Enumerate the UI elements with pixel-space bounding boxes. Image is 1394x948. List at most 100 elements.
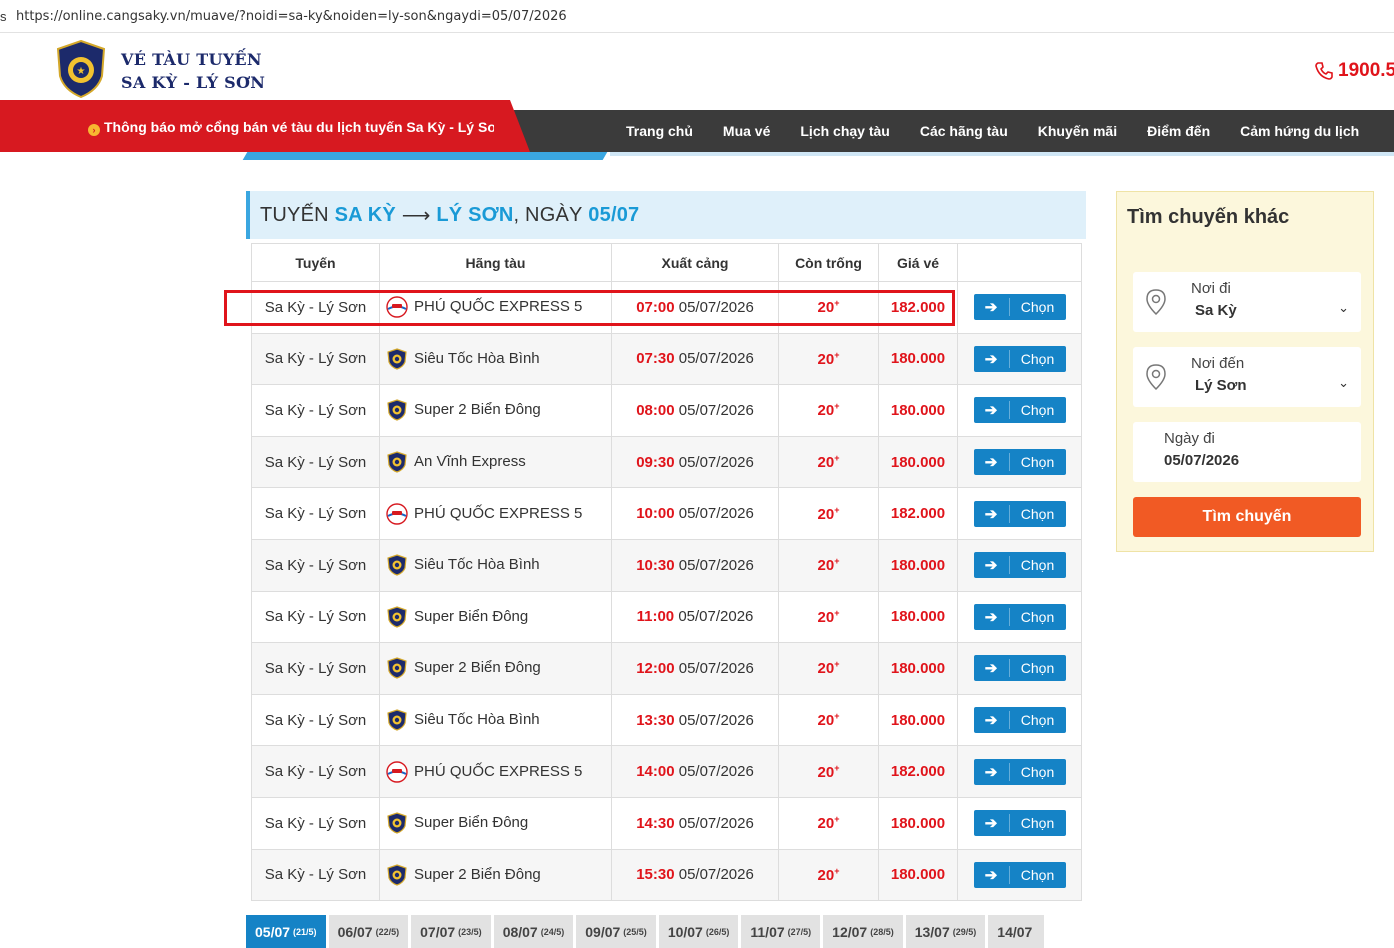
select-trip-button[interactable]: ➔ Chọn [973,861,1066,888]
nav-underline [610,152,1394,156]
seats-plus: + [834,607,840,618]
departure-date: 05/07/2026 [678,556,754,574]
date-tab[interactable]: 06/07 (22/5) [328,915,409,948]
nav-item-operators[interactable]: Các hãng tàu [905,123,1023,139]
seats-plus: + [834,349,840,360]
select-trip-button[interactable]: ➔ Chọn [973,758,1066,785]
arrow-right-icon: ➔ [974,865,1010,884]
operator-name: Super 2 Biển Đông [414,865,541,883]
date-tab[interactable]: 12/07 (28/5) [823,915,903,948]
cell-departure: 10:30 05/07/2026 [611,538,779,592]
table-row: Sa Kỳ - Lý Sơn Super 2 Biển Đông 15:30 05/… [251,848,1082,902]
table-row: Sa Kỳ - Lý Sơn PHÚ QUỐC EXPRESS 5 10:00 05… [251,487,1082,540]
arrow-right-icon: ➔ [974,556,1010,575]
port-logo-icon[interactable]: ★ [56,40,106,98]
shield-logo-icon [386,709,408,731]
cell-route: Sa Kỳ - Lý Sơn [251,384,380,437]
select-trip-button[interactable]: ➔ Chọn [973,655,1066,682]
departure-time: 09:30 [636,453,675,471]
cell-price: 180.000 [878,693,958,747]
date-tab[interactable]: 13/07 (29/5) [905,915,986,948]
date-tab-lunar: (25/5) [623,926,647,937]
shield-logo-icon [386,864,408,886]
date-tab[interactable]: 11/07 (27/5) [741,915,821,948]
select-trip-button[interactable]: ➔ Chọn [973,449,1066,476]
notice-ticker[interactable]: › Thông báo mở cổng bán vé tàu du lịch tu… [88,119,494,136]
date-tab[interactable]: 07/07 (23/5) [411,915,491,948]
origin-select[interactable]: Nơi đi Sa Kỳ ⌄ [1133,272,1361,332]
departure-date: 05/07/2026 [678,711,754,729]
brand-title[interactable]: VÉ TÀU TUYẾN SA KỲ - LÝ SƠN [121,48,265,94]
cell-seats: 20+ [778,590,879,644]
seats-plus: + [834,401,840,412]
departure-time: 10:30 [636,556,675,574]
nav-item-schedule[interactable]: Lịch chạy tàu [785,123,904,139]
date-tab-lunar: (21/5) [293,926,317,937]
url-text[interactable]: https://online.cangsaky.vn/muave/?noidi=… [8,9,567,24]
notice-text: Thông báo mở cổng bán vé tàu du lịch tuy… [104,119,494,135]
cell-action: ➔ Chọn [957,693,1082,747]
date-tab[interactable]: 08/07 (24/5) [493,915,574,948]
results-panel: TUYẾN SA KỲ ⟶ LÝ SƠN, NGÀY 05/07 Tuyến H… [246,191,1086,902]
date-tab[interactable]: 14/07 [988,915,1045,948]
nav-item-buy-ticket[interactable]: Mua vé [708,123,785,139]
select-trip-button[interactable]: ➔ Chọn [973,397,1066,424]
nav-item-inspiration[interactable]: Cảm hứng du lịch [1225,123,1374,139]
cell-departure: 14:30 05/07/2026 [611,796,779,850]
cell-departure: 13:30 05/07/2026 [611,693,779,747]
date-tab[interactable]: 09/07 (25/5) [576,915,656,948]
select-trip-button[interactable]: ➔ Chọn [973,707,1066,734]
cell-seats: 20+ [778,745,879,798]
pq-logo-icon [386,502,408,525]
departure-date: 05/07/2026 [678,505,754,523]
select-trip-button[interactable]: ➔ Chọn [973,603,1066,630]
date-tab-date: 14/07 [997,923,1033,940]
date-tab-date: 12/07 [832,923,868,940]
origin-label: Nơi đi [1191,280,1231,297]
browser-address-bar[interactable]: s https://online.cangsaky.vn/muave/?noid… [0,0,1394,33]
search-button[interactable]: Tìm chuyến [1133,497,1361,537]
date-tab[interactable]: 10/07 (26/5) [658,915,739,948]
nav-item-promotions[interactable]: Khuyến mãi [1023,123,1132,139]
nav-item-home[interactable]: Trang chủ [611,123,708,139]
tab-edge: s [0,8,7,24]
seats-count: 20 [817,402,835,420]
select-label: Chọn [1020,660,1055,677]
date-tab-lunar: (26/5) [705,926,730,937]
destination-select[interactable]: Nơi đến Lý Sơn ⌄ [1133,347,1361,407]
select-trip-button[interactable]: ➔ Chọn [973,810,1066,837]
nav-bar: › Thông báo mở cổng bán vé tàu du lịch tu… [0,100,1394,162]
date-field[interactable]: Ngày đi 05/07/2026 [1133,422,1361,482]
table-row: Sa Kỳ - Lý Sơn Super 2 Biển Đông 08:00 05/… [251,384,1082,437]
seats-plus: + [834,762,840,773]
hotline[interactable]: 1900.5 [1314,60,1394,82]
table-header-row: Tuyến Hãng tàu Xuất cảng Còn trống Giá v… [251,243,1082,282]
cell-price: 182.000 [878,487,958,540]
cell-route: Sa Kỳ - Lý Sơn [251,281,380,334]
departure-time: 14:30 [636,814,675,832]
operator-name: Super 2 Biển Đông [414,401,541,419]
select-trip-button[interactable]: ➔ Chọn [973,294,1066,321]
operator-name: Siêu Tốc Hòa Bình [414,556,540,574]
location-pin-icon [1146,289,1166,316]
select-label: Chọn [1020,505,1055,522]
arrow-right-icon: ➔ [974,504,1010,523]
cell-departure: 09:30 05/07/2026 [611,435,779,489]
departure-time: 07:00 [636,298,675,316]
seats-count: 20 [817,608,835,626]
destination-value: Lý Sơn [1195,377,1247,394]
date-tab-date: 08/07 [502,923,538,940]
select-label: Chọn [1020,815,1055,832]
route-arrow-icon: ⟶ [401,204,431,227]
operator-name: Super Biển Đông [414,814,529,832]
select-trip-button[interactable]: ➔ Chọn [973,345,1066,372]
select-trip-button[interactable]: ➔ Chọn [973,552,1066,579]
nav-item-destinations[interactable]: Điểm đến [1132,123,1225,139]
operator-name: PHÚ QUỐC EXPRESS 5 [414,298,583,316]
table-row: Sa Kỳ - Lý Sơn PHÚ QUỐC EXPRESS 5 07:00 05… [251,281,1082,334]
seats-plus: + [834,711,840,722]
cell-route: Sa Kỳ - Lý Sơn [251,332,380,386]
date-tab[interactable]: 05/07 (21/5) [246,915,326,948]
select-trip-button[interactable]: ➔ Chọn [973,500,1066,527]
seats-plus: + [834,659,840,670]
